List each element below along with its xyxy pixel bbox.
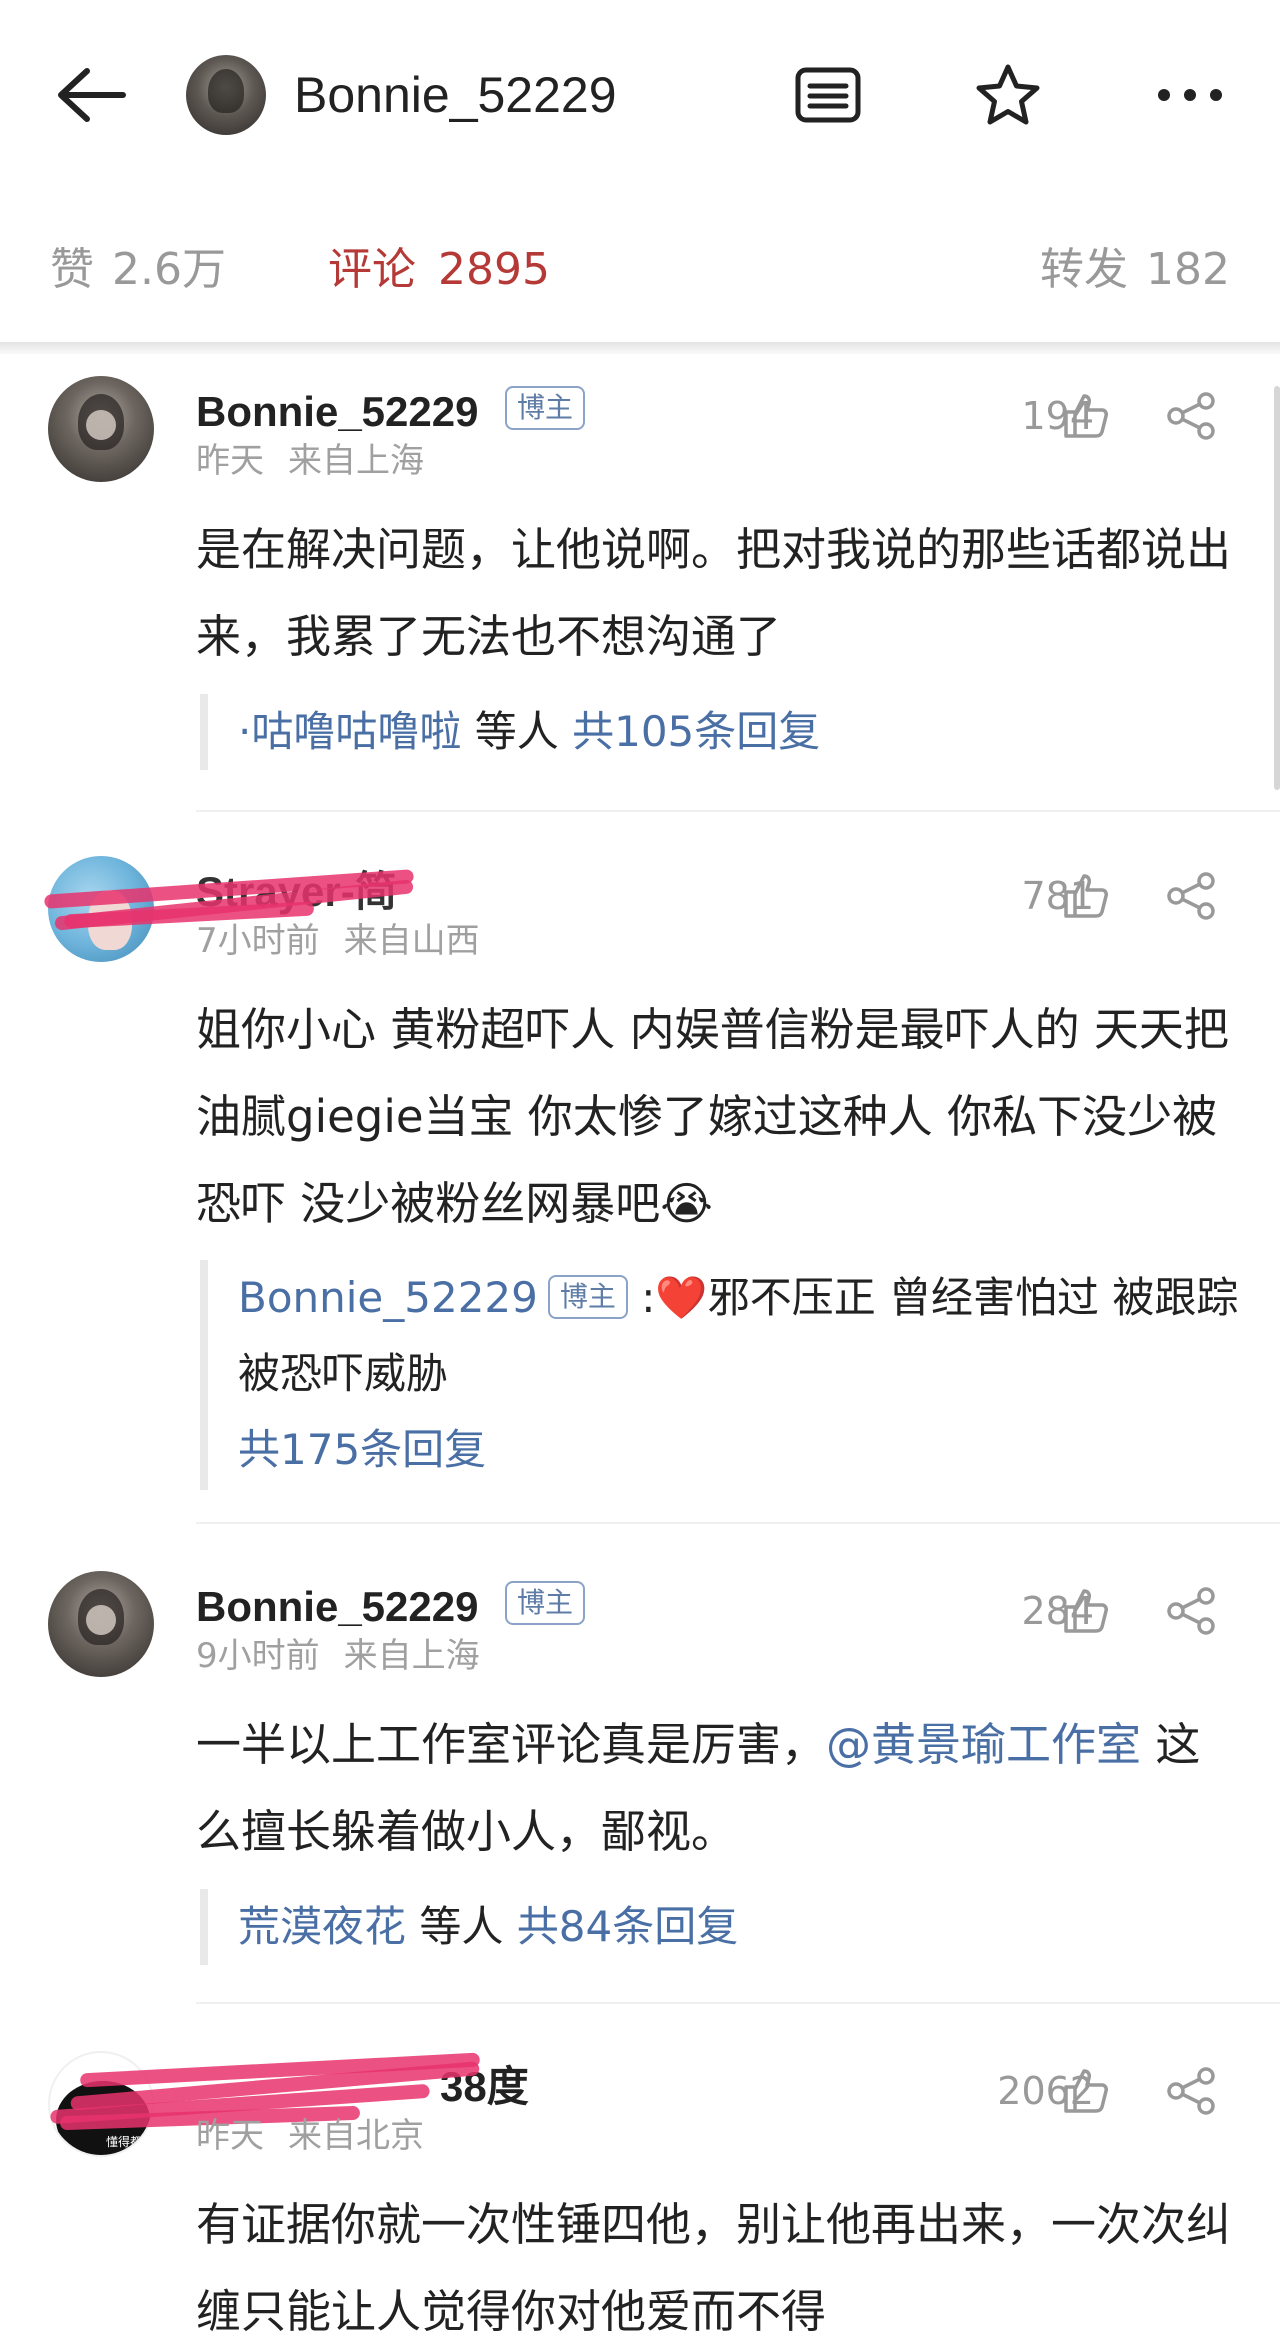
- header-divider: [0, 342, 1280, 354]
- reply-count-link[interactable]: 共105条回复: [572, 707, 820, 756]
- reply-suffix: 等人: [419, 1902, 504, 1951]
- comment-meta: 9小时前 来自上海: [196, 1633, 480, 1679]
- comment-item: Strayer-简 7小时前 来自山西 781 姐你小心 黄粉超吓人 内娱普信粉是…: [0, 850, 1280, 1530]
- commenter-name[interactable]: Strayer-简: [196, 864, 397, 920]
- avatar[interactable]: [48, 376, 154, 482]
- comment-text: 有证据你就一次性锤四他，别让他再出来，一次次纠缠只能让人觉得你对他爱而不得: [196, 2198, 1232, 2338]
- share-icon[interactable]: [1160, 384, 1224, 448]
- comment-item: 懂得都 38度 昨天 来自北京 2062 有证据你就一次性锤四他，别让他再出来，一…: [0, 2045, 1280, 2352]
- comment-time: 9小时前: [196, 1636, 320, 1676]
- comment-text: 姐你小心 黄粉超吓人 内娱普信粉是最吓人的 天天把油腻giegie当宝 你太惨了…: [196, 1003, 1229, 1230]
- author-badge: 博主: [505, 1581, 586, 1625]
- commenter-name[interactable]: Bonnie_52229: [196, 1579, 478, 1635]
- thumbs-up-icon[interactable]: [1054, 864, 1118, 928]
- stats-bar: 赞 2.6万 评论 2895 转发 182: [0, 230, 1280, 310]
- star-icon[interactable]: [968, 55, 1048, 135]
- thumbs-up-icon[interactable]: [1054, 384, 1118, 448]
- reply-users[interactable]: 荒漠夜花: [238, 1902, 406, 1951]
- share-icon[interactable]: [1160, 864, 1224, 928]
- comment-location: 来自上海: [288, 441, 424, 481]
- comment-time: 昨天: [196, 2116, 264, 2156]
- comments-tab[interactable]: 评论 2895: [328, 230, 550, 310]
- article-icon[interactable]: [788, 55, 868, 135]
- reposts-label: 转发: [1040, 244, 1129, 295]
- author-badge: 博主: [547, 1275, 628, 1319]
- reply-preview[interactable]: 荒漠夜花 等人 共84条回复: [200, 1889, 1240, 1965]
- avatar[interactable]: 懂得都: [48, 2051, 154, 2157]
- mention-link[interactable]: @黄景瑜工作室: [826, 1718, 1141, 1771]
- comment-meta: 昨天 来自上海: [196, 438, 424, 484]
- comment-text: 一半以上工作室评论真是厉害，@黄景瑜工作室 这么擅长躲着做小人，鄙视。: [196, 1701, 1236, 1875]
- likes-label: 赞: [50, 244, 94, 295]
- reply-preview[interactable]: ·咕噜咕噜啦 等人 共105条回复: [200, 694, 1240, 770]
- comment-divider: [196, 2002, 1280, 2004]
- avatar-caption: 懂得都: [106, 2135, 143, 2149]
- thumbs-up-icon[interactable]: [1054, 2059, 1118, 2123]
- avatar[interactable]: [48, 1571, 154, 1677]
- comments-count: 2895: [438, 244, 550, 295]
- reposts-count: 182: [1146, 244, 1230, 295]
- reply-user[interactable]: Bonnie_52229: [238, 1273, 538, 1322]
- share-icon[interactable]: [1160, 1579, 1224, 1643]
- comment-time: 昨天: [196, 441, 264, 481]
- author-avatar[interactable]: [186, 55, 266, 135]
- top-nav-bar: Bonnie_52229: [0, 0, 1280, 190]
- author-badge: 博主: [505, 386, 586, 430]
- reposts-tab[interactable]: 转发 182: [1040, 230, 1230, 310]
- share-icon[interactable]: [1160, 2059, 1224, 2123]
- comment-item: Bonnie_52229 博主 9小时前 来自上海 284 一半以上工作室评论真是…: [0, 1565, 1280, 1985]
- likes-tab[interactable]: 赞 2.6万: [50, 230, 226, 310]
- comment-meta: 昨天 来自北京: [196, 2113, 424, 2159]
- reply-count-link[interactable]: 共175条回复: [238, 1425, 486, 1474]
- comment-location: 来自山西: [343, 921, 480, 961]
- comment-divider: [196, 1522, 1280, 1524]
- reply-count-link[interactable]: 共84条回复: [517, 1902, 738, 1951]
- comment-text-part: 一半以上工作室评论真是厉害，: [196, 1718, 827, 1771]
- reply-users[interactable]: ·咕噜咕噜啦: [238, 707, 461, 756]
- comment-time: 7小时前: [196, 921, 320, 961]
- comment-item: Bonnie_52229 博主 昨天 来自上海 194 是在解决问题，让他说啊。把…: [0, 370, 1280, 800]
- thumbs-up-icon[interactable]: [1054, 1579, 1118, 1643]
- comment-meta: 7小时前 来自山西: [196, 918, 480, 964]
- reply-preview[interactable]: Bonnie_52229 博主 :❤️邪不压正 曾经害怕过 被跟踪被恐吓威胁 共1…: [200, 1260, 1240, 1490]
- comment-text: 是在解决问题，让他说啊。把对我说的那些话都说出来，我累了无法也不想沟通了: [196, 523, 1232, 663]
- author-name[interactable]: Bonnie_52229: [294, 62, 617, 128]
- reply-suffix: 等人: [474, 707, 559, 756]
- commenter-name[interactable]: 38度: [440, 2059, 529, 2115]
- comment-location: 来自北京: [288, 2116, 424, 2156]
- commenter-name[interactable]: Bonnie_52229: [196, 384, 478, 440]
- comment-divider: [196, 810, 1280, 812]
- comment-location: 来自上海: [343, 1636, 480, 1676]
- more-icon[interactable]: [1150, 55, 1230, 135]
- likes-count: 2.6万: [112, 244, 226, 295]
- avatar[interactable]: [48, 856, 154, 962]
- comments-label: 评论: [328, 244, 416, 295]
- back-arrow-icon[interactable]: [50, 55, 130, 135]
